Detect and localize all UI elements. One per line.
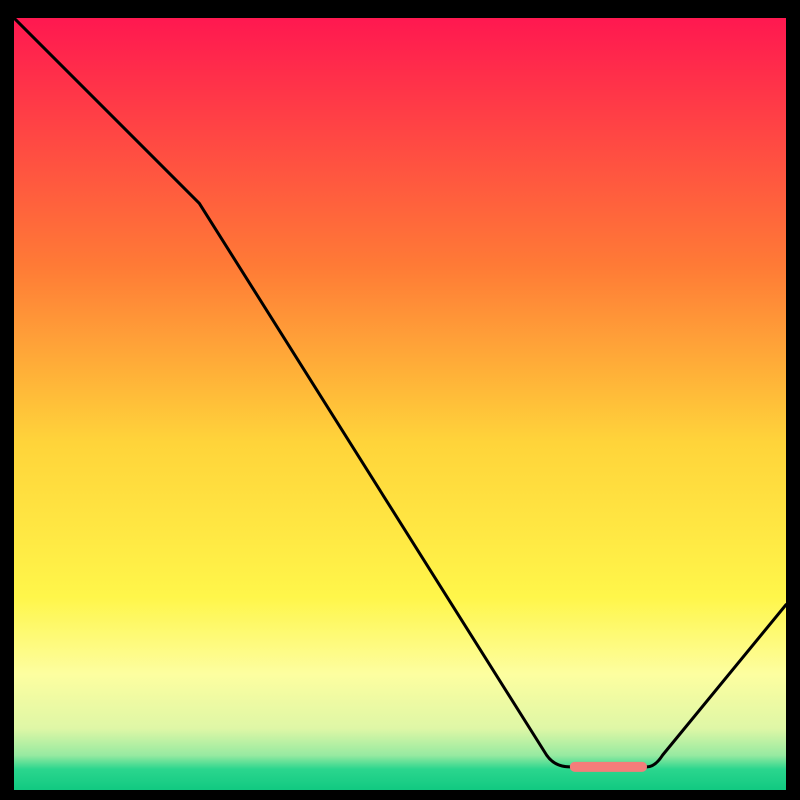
bottleneck-chart — [14, 18, 786, 790]
chart-frame: TheBottleneck.com — [14, 18, 786, 790]
optimal-range-marker — [570, 762, 647, 772]
